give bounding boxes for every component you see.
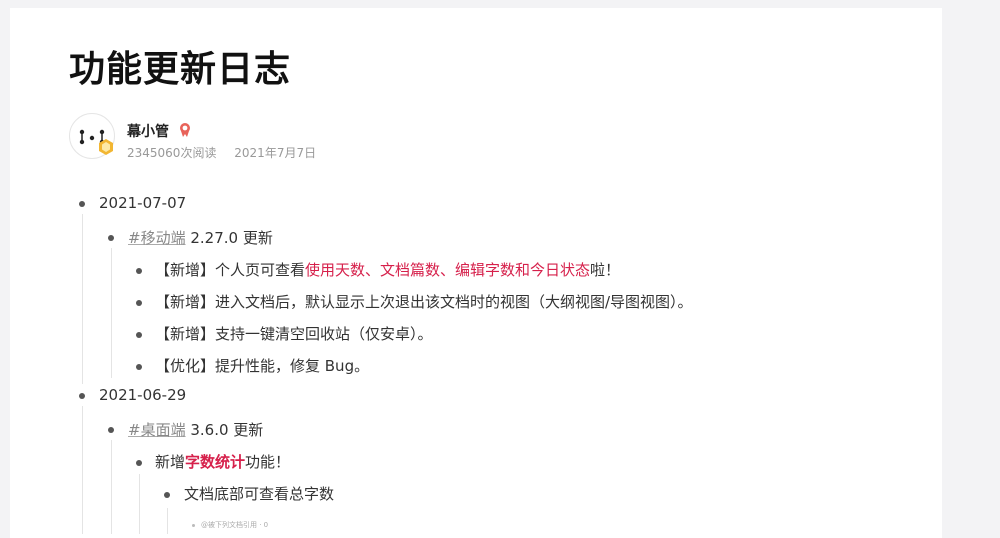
outline-bullet[interactable]	[108, 235, 114, 241]
publish-date: 2021年7月7日	[234, 146, 317, 160]
outline-bullet[interactable]	[108, 427, 114, 433]
backlink-note: @被下列文档引用 · 0	[201, 521, 269, 529]
author-name[interactable]: 幕小管	[127, 121, 169, 141]
outline-bullet[interactable]	[136, 364, 142, 370]
ribbon-badge-icon	[180, 123, 190, 137]
outline-bullet[interactable]	[164, 492, 170, 498]
outline-date-node[interactable]: 2021-06-29	[99, 386, 186, 404]
view-count: 2345060次阅读	[127, 146, 217, 160]
author-meta: 2345060次阅读 2021年7月7日	[127, 144, 316, 161]
outline-guide	[82, 406, 83, 534]
outline-bullet[interactable]	[136, 332, 142, 338]
outline-guide	[111, 440, 112, 534]
outline-guide	[139, 474, 140, 534]
outline-node[interactable]: 新增字数统计功能！	[155, 451, 290, 472]
outline-node[interactable]: 【新增】个人页可查看使用天数、文档篇数、编辑字数和今日状态啦！	[155, 259, 620, 280]
hashtag-link[interactable]: #移动端	[128, 229, 186, 247]
outline-guide	[82, 214, 83, 384]
vip-badge-icon	[99, 139, 113, 155]
outline-node[interactable]: #桌面端 3.6.0 更新	[128, 419, 263, 440]
outline-node[interactable]: 【新增】进入文档后，默认显示上次退出该文档时的视图（大纲视图/导图视图）。	[155, 291, 693, 312]
highlight-text: 字数统计	[185, 453, 246, 471]
outline-bullet[interactable]	[136, 300, 142, 306]
outline-guide	[167, 508, 168, 534]
outline-bullet[interactable]	[79, 393, 85, 399]
outline-node[interactable]: 文档底部可查看总字数	[184, 483, 334, 504]
outline-bullet[interactable]	[136, 268, 142, 274]
page-title: 功能更新日志	[69, 49, 292, 90]
outline-node[interactable]: #移动端 2.27.0 更新	[128, 227, 273, 248]
outline-node[interactable]: 【优化】提升性能，修复 Bug。	[155, 355, 369, 376]
highlight-text: 使用天数、文档篇数、编辑字数和今日状态	[305, 261, 591, 279]
outline-guide	[111, 248, 112, 378]
outline-bullet[interactable]	[136, 460, 142, 466]
outline-node[interactable]: 【新增】支持一键清空回收站（仅安卓）。	[155, 323, 433, 344]
hashtag-link[interactable]: #桌面端	[128, 421, 186, 439]
outline-bullet[interactable]	[192, 524, 195, 527]
outline-date-node[interactable]: 2021-07-07	[99, 194, 186, 212]
outline-bullet[interactable]	[79, 201, 85, 207]
